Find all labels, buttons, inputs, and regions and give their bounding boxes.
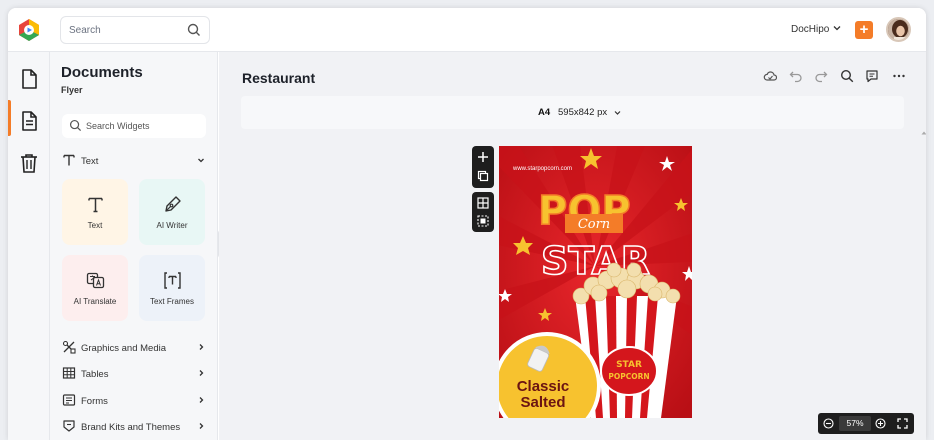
- fullscreen-icon[interactable]: [897, 418, 908, 429]
- undo-icon[interactable]: [789, 69, 803, 83]
- flyer-artwork: www.starpopcorn.com POP Corn STAR STAR P…: [499, 146, 692, 418]
- canvas-area: Restaurant A4 595x842 px www.starpopcorn…: [219, 52, 926, 440]
- duplicate-page-icon[interactable]: [477, 170, 489, 182]
- scroll-up-icon[interactable]: [921, 130, 926, 136]
- logo-icon[interactable]: [17, 18, 41, 42]
- badge-top: STAR: [616, 360, 642, 370]
- page-size-name: A4: [538, 107, 551, 118]
- panel-subtitle: Flyer: [61, 85, 83, 95]
- app-window: Search DocHipo + Documents Flyer Search …: [8, 8, 926, 440]
- brand-switcher[interactable]: DocHipo: [791, 24, 829, 35]
- poster-classic: Classic: [517, 378, 570, 395]
- text-frame-icon: [164, 272, 181, 289]
- flyer-canvas[interactable]: www.starpopcorn.com POP Corn STAR STAR P…: [499, 146, 692, 418]
- poster-salted: Salted: [520, 394, 565, 411]
- chevron-right-icon: [199, 370, 204, 376]
- document-icon[interactable]: [18, 68, 40, 90]
- tile-label: AI Writer: [156, 221, 188, 230]
- redo-icon[interactable]: [814, 69, 828, 83]
- badge-bottom: POPCORN: [608, 372, 649, 381]
- search-icon: [69, 119, 82, 132]
- poster-url: www.starpopcorn.com: [512, 166, 572, 172]
- widget-search-placeholder: Search Widgets: [86, 121, 150, 131]
- tile-label: Text: [87, 221, 103, 230]
- page-icon[interactable]: [18, 110, 40, 132]
- zoom-control: 57%: [818, 413, 914, 434]
- section-label: Tables: [81, 369, 109, 380]
- tile-label: AI Translate: [73, 297, 117, 306]
- icon-rail: [8, 52, 50, 440]
- zoom-level[interactable]: 57%: [839, 416, 871, 431]
- page-size-dims: 595x842 px: [558, 107, 608, 118]
- tile-label: Text Frames: [149, 297, 194, 306]
- chevron-right-icon: [199, 397, 204, 403]
- graphics-icon: [62, 340, 76, 354]
- text-icon: [88, 197, 103, 213]
- document-title[interactable]: Restaurant: [242, 70, 315, 86]
- tile-ai-translate[interactable]: AI Translate: [62, 255, 128, 321]
- search-icon[interactable]: [840, 69, 854, 83]
- form-icon: [62, 394, 76, 406]
- chevron-right-icon: [199, 344, 204, 350]
- search-placeholder: Search: [69, 25, 101, 36]
- section-tables[interactable]: Tables: [62, 366, 206, 382]
- search-input[interactable]: Search: [60, 16, 210, 44]
- cloud-icon[interactable]: [763, 69, 777, 83]
- grid-icon[interactable]: [477, 197, 489, 209]
- text-icon: [63, 154, 75, 166]
- chevron-down-icon: [198, 158, 204, 163]
- widget-search-input[interactable]: Search Widgets: [62, 114, 206, 138]
- section-label: Graphics and Media: [81, 343, 167, 354]
- zoom-out-icon[interactable]: [823, 418, 834, 429]
- active-indicator: [8, 100, 11, 136]
- more-icon[interactable]: [892, 69, 906, 83]
- translate-icon: [86, 272, 105, 289]
- pen-nib-icon: [165, 196, 181, 212]
- page-size-selector[interactable]: A4 595x842 px: [241, 96, 904, 129]
- section-forms[interactable]: Forms: [62, 393, 206, 409]
- tile-text[interactable]: Text: [62, 179, 128, 245]
- section-label: Forms: [81, 396, 108, 407]
- poster-corn: Corn: [578, 217, 610, 232]
- avatar[interactable]: [886, 17, 911, 42]
- zoom-in-icon[interactable]: [875, 418, 886, 429]
- text-section-label: Text: [81, 156, 99, 167]
- section-brand-kits[interactable]: Brand Kits and Themes: [62, 419, 206, 435]
- search-icon[interactable]: [187, 23, 201, 37]
- page-tools-bottom: [472, 192, 494, 232]
- chevron-right-icon: [199, 423, 204, 429]
- chevron-down-icon: [614, 111, 621, 115]
- tile-ai-writer[interactable]: AI Writer: [139, 179, 205, 245]
- brand-kit-icon: [63, 420, 75, 432]
- section-graphics-and-media[interactable]: Graphics and Media: [62, 340, 206, 356]
- top-bar: Search DocHipo +: [8, 8, 926, 52]
- tile-text-frames[interactable]: Text Frames: [139, 255, 205, 321]
- panel-title: Documents: [61, 64, 143, 81]
- add-page-icon[interactable]: [477, 151, 489, 163]
- widget-panel: Documents Flyer Search Widgets Text Text…: [50, 52, 218, 440]
- select-area-icon[interactable]: [477, 215, 489, 227]
- chevron-down-icon[interactable]: [832, 23, 842, 33]
- section-label: Brand Kits and Themes: [81, 422, 181, 433]
- trash-icon[interactable]: [18, 152, 40, 174]
- create-button[interactable]: +: [855, 21, 873, 39]
- table-icon: [62, 367, 76, 379]
- page-tools-top: [472, 146, 494, 188]
- text-section-header[interactable]: Text: [62, 153, 206, 169]
- comment-icon[interactable]: [865, 69, 879, 83]
